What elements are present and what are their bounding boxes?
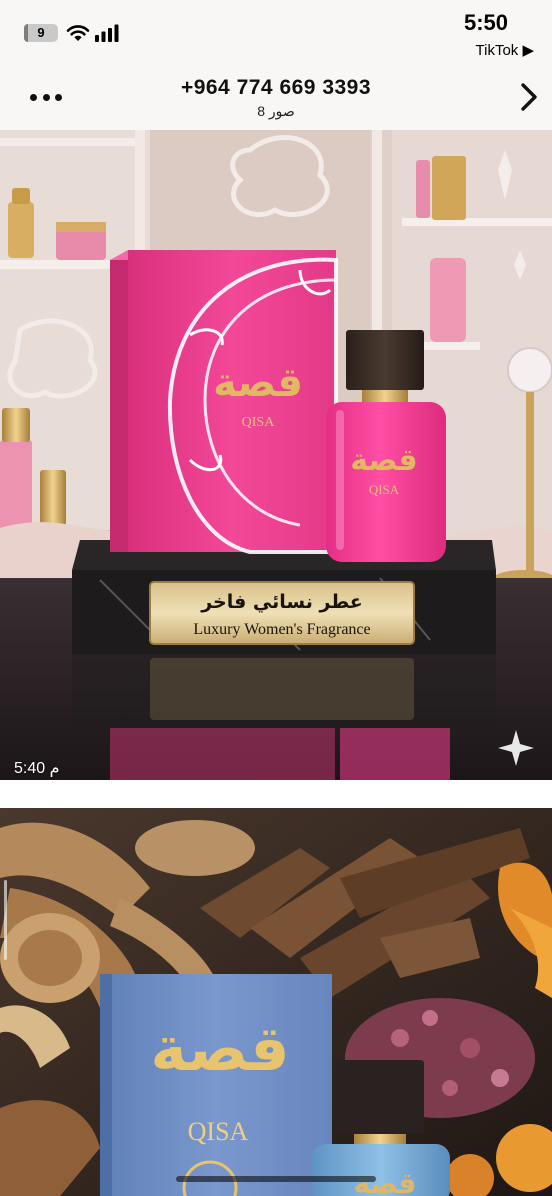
bottle-arabic-logo: قصة <box>350 443 417 478</box>
photo-count: 8 صور <box>257 103 295 119</box>
back-to-app-link[interactable]: TikTok ▶ <box>476 41 534 59</box>
photo-separator <box>0 780 552 808</box>
more-dot <box>55 93 62 101</box>
wifi-icon <box>66 25 90 41</box>
box-arabic-logo: قصة <box>213 360 303 406</box>
scroll-indicator <box>4 880 7 960</box>
home-indicator[interactable] <box>176 1176 376 1182</box>
perfume-blue-image: قصة QISA قصة <box>0 808 552 1196</box>
more-horizontal-icon <box>30 93 37 101</box>
status-bar: 9 5:50 TikTok ▶ <box>0 0 552 64</box>
bottle-brand-text: QISA <box>369 482 400 497</box>
plaque-arabic-text: عطر نسائي فاخر <box>200 591 363 613</box>
cellular-signal-icon <box>95 24 119 42</box>
photo-timestamp: 5:40 م <box>14 760 60 777</box>
chevron-right-icon[interactable] <box>520 82 538 112</box>
photo-2[interactable]: قصة QISA قصة <box>0 808 552 1196</box>
blue-box-brand-text: QISA <box>188 1117 249 1146</box>
photo-1[interactable]: عطر نسائي فاخر Luxury Women's Fragrance … <box>0 130 552 780</box>
bottle-cap <box>346 330 424 390</box>
plaque-english-text: Luxury Women's Fragrance <box>193 621 370 638</box>
contact-title: +964 774 669 3393 <box>180 76 372 99</box>
more-options-button[interactable] <box>30 82 62 112</box>
clock: 5:50 <box>463 10 508 35</box>
battery-icon: 9 <box>24 24 58 42</box>
perfume-pink-image: عطر نسائي فاخر Luxury Women's Fragrance … <box>0 130 552 780</box>
box-brand-text: QISA <box>242 415 276 430</box>
viewer-header: +964 774 669 3393 8 صور <box>0 64 552 130</box>
battery-percent: 9 <box>37 25 45 40</box>
blue-bottle-cap <box>336 1060 424 1134</box>
more-dot <box>42 93 50 101</box>
blue-box-arabic-logo: قصة <box>150 1012 289 1085</box>
